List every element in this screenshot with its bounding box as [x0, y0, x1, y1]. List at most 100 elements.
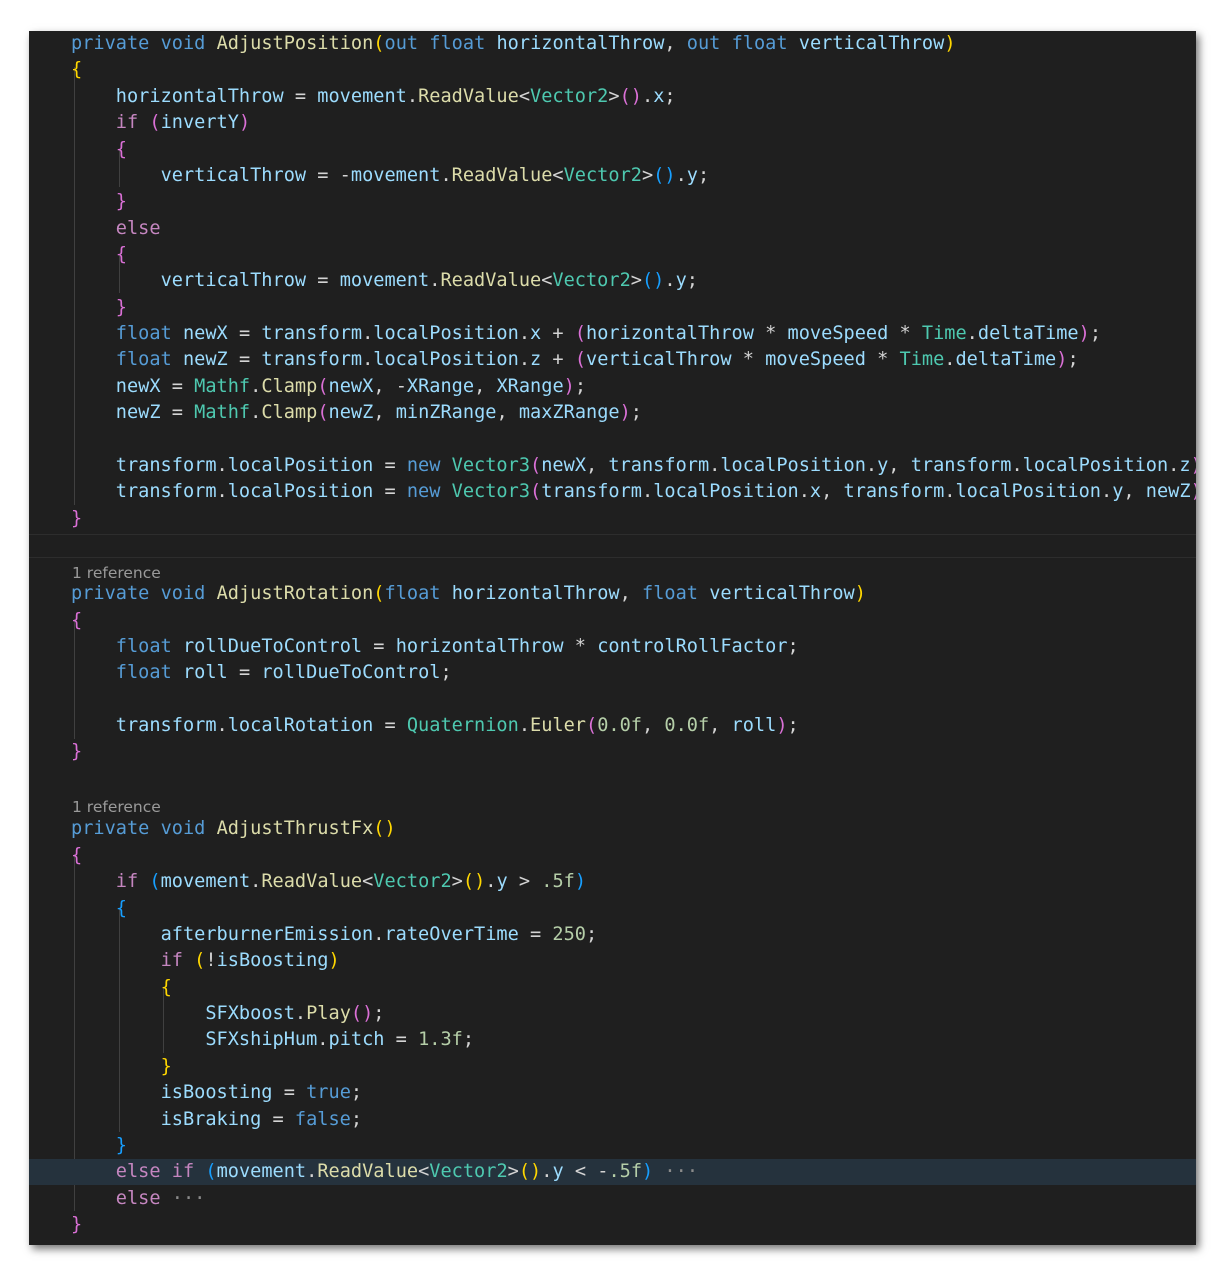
code-token: SFXshipHum	[205, 1029, 318, 1050]
code-token: ;	[787, 636, 799, 657]
code-token: ;	[1089, 323, 1102, 344]
code-token: maxZRange	[518, 402, 620, 423]
code-token: ReadValue	[418, 86, 519, 107]
code-line[interactable]: float newX = transform.localPosition.x +…	[29, 321, 1196, 347]
code-line[interactable]: {	[29, 57, 1196, 83]
code-line[interactable]: afterburnerEmission.rateOverTime = 250;	[29, 922, 1196, 948]
folded-region-ellipsis[interactable]: ···	[653, 1161, 698, 1182]
code-line[interactable]: float newZ = transform.localPosition.z +…	[29, 347, 1196, 373]
code-line[interactable]: }	[29, 1133, 1196, 1159]
code-line[interactable]: isBoosting = true;	[29, 1080, 1196, 1106]
code-line[interactable]: verticalThrow = -movement.ReadValue<Vect…	[29, 163, 1196, 189]
code-token: .	[944, 349, 956, 370]
code-line[interactable]: if (movement.ReadValue<Vector2>().y > .5…	[29, 869, 1196, 895]
code-token: .	[518, 349, 531, 370]
code-token: horizontalThrow	[395, 636, 564, 657]
code-token: {	[115, 139, 127, 160]
code-line[interactable]: newZ = Mathf.Clamp(newZ, minZRange, maxZ…	[29, 400, 1196, 426]
code-token: )	[1191, 481, 1196, 502]
code-line[interactable]: {	[29, 608, 1196, 634]
code-token: =	[373, 455, 407, 476]
code-line-text: else	[71, 216, 161, 242]
code-line[interactable]: float rollDueToControl = horizontalThrow…	[29, 634, 1196, 660]
code-line-text: isBoosting = true;	[71, 1080, 363, 1106]
code-token: moveSpeed	[787, 323, 889, 344]
code-line[interactable]: transform.localRotation = Quaternion.Eul…	[29, 713, 1196, 739]
code-token: ;	[664, 86, 676, 107]
code-token: movement	[350, 165, 441, 186]
code-line[interactable]: SFXshipHum.pitch = 1.3f;	[29, 1027, 1196, 1053]
code-token: Play	[306, 1003, 351, 1024]
code-line-text: }	[71, 189, 127, 215]
code-token: localPosition	[373, 323, 519, 344]
code-line[interactable]: private void AdjustPosition(out float ho…	[29, 31, 1196, 57]
code-token: afterburnerEmission	[160, 924, 374, 945]
code-token: =	[227, 349, 262, 370]
code-line[interactable]: private void AdjustThrustFx()	[29, 816, 1196, 842]
codelens-reference[interactable]: 1 reference	[72, 797, 161, 817]
code-line[interactable]: else if (movement.ReadValue<Vector2>().y…	[29, 1159, 1196, 1185]
code-line[interactable]: newX = Mathf.Clamp(newX, -XRange, XRange…	[29, 374, 1196, 400]
code-token: )	[1056, 349, 1068, 370]
code-line[interactable]: if (invertY)	[29, 110, 1196, 136]
code-line[interactable]: {	[29, 896, 1196, 922]
code-line[interactable]: float roll = rollDueToControl;	[29, 660, 1196, 686]
folded-region-ellipsis[interactable]: ···	[161, 1188, 206, 1209]
code-line[interactable]: }	[29, 506, 1196, 532]
code-token: )	[776, 715, 788, 736]
code-token: ()	[619, 86, 642, 107]
code-token: .	[216, 715, 228, 736]
code-line[interactable]	[29, 427, 1196, 453]
code-line[interactable]: {	[29, 843, 1196, 869]
code-token: minZRange	[395, 402, 497, 423]
code-token: verticalThrow	[709, 583, 855, 604]
code-line[interactable]: else ···	[29, 1186, 1196, 1212]
code-line[interactable]: {	[29, 975, 1196, 1001]
code-token: }	[71, 1214, 83, 1235]
code-line[interactable]	[29, 687, 1196, 713]
code-line[interactable]: }	[29, 739, 1196, 765]
code-line[interactable]: transform.localPosition = new Vector3(tr…	[29, 479, 1196, 505]
code-token: ,	[664, 33, 687, 54]
code-token: newX	[541, 455, 587, 476]
code-token: float	[115, 323, 172, 344]
code-token: {	[115, 244, 127, 265]
code-line[interactable]: horizontalThrow = movement.ReadValue<Vec…	[29, 84, 1196, 110]
code-line[interactable]: {	[29, 242, 1196, 268]
code-editor[interactable]: 1 reference 1 reference private void Adj…	[29, 31, 1196, 1245]
code-token: .	[485, 871, 497, 892]
code-line[interactable]: {	[29, 137, 1196, 163]
code-line[interactable]: else	[29, 216, 1196, 242]
code-token: float	[429, 33, 486, 54]
code-line-text: {	[71, 242, 127, 268]
code-line[interactable]: SFXboost.Play();	[29, 1001, 1196, 1027]
code-line[interactable]: if (!isBoosting)	[29, 948, 1196, 974]
code-token: .	[1101, 481, 1113, 502]
code-line[interactable]: private void AdjustRotation(float horizo…	[29, 581, 1196, 607]
code-token: {	[115, 898, 127, 919]
code-line-text: }	[71, 506, 82, 532]
code-token: ,	[709, 715, 732, 736]
code-line[interactable]: verticalThrow = movement.ReadValue<Vecto…	[29, 268, 1196, 294]
code-line[interactable]: transform.localPosition = new Vector3(ne…	[29, 453, 1196, 479]
code-line[interactable]: }	[29, 295, 1196, 321]
codelens-reference[interactable]: 1 reference	[72, 563, 161, 583]
code-line[interactable]: }	[29, 189, 1196, 215]
code-token: ;	[440, 662, 452, 683]
code-line-text: {	[71, 975, 172, 1001]
code-token: controlRollFactor	[597, 636, 788, 657]
code-line[interactable]: isBraking = false;	[29, 1107, 1196, 1133]
code-line[interactable]: }	[29, 1054, 1196, 1080]
code-token: ;	[462, 1029, 475, 1050]
code-token: ()	[350, 1003, 374, 1024]
code-token: x	[653, 86, 665, 107]
code-line[interactable]: }	[29, 1212, 1196, 1238]
code-token: ,	[586, 455, 609, 476]
code-token: AdjustRotation	[216, 583, 374, 604]
code-token: (	[317, 402, 329, 423]
